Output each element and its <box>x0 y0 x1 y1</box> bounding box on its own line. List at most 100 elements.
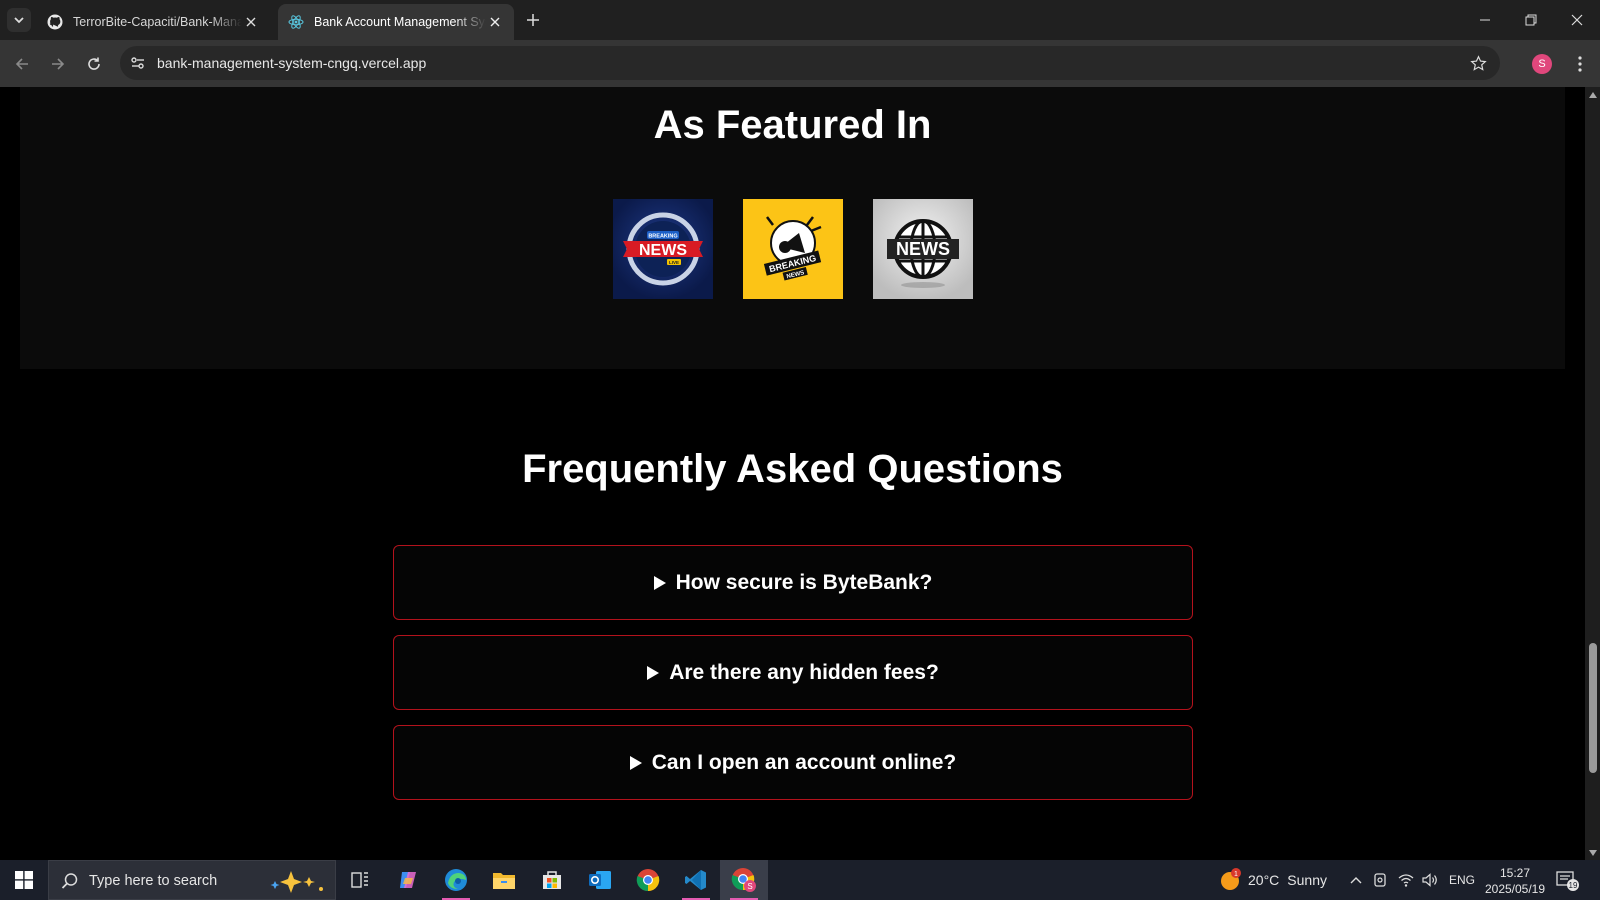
caret-right-icon <box>653 575 666 590</box>
vscode-button[interactable] <box>672 860 720 900</box>
svg-text:1: 1 <box>1234 871 1238 878</box>
task-view-button[interactable] <box>336 860 384 900</box>
arrow-left-icon <box>15 58 28 70</box>
scrollbar-thumb[interactable] <box>1589 643 1597 773</box>
reload-button[interactable] <box>80 50 108 78</box>
url-text: bank-management-system-cngq.vercel.app <box>157 55 427 71</box>
clock-date: 2025/05/19 <box>1484 882 1546 896</box>
tab-bank-app[interactable]: Bank Account Management Sys <box>278 4 514 40</box>
volume-icon[interactable] <box>1420 870 1440 890</box>
new-tab-button[interactable] <box>521 8 545 32</box>
file-explorer-button[interactable] <box>480 860 528 900</box>
file-explorer-icon <box>493 873 515 889</box>
chevron-up-icon <box>1350 877 1362 884</box>
notification-icon: 19 <box>1556 871 1579 891</box>
site-settings-icon[interactable] <box>128 53 148 73</box>
breaking-news-live-logo: BREAKING NEWS LIVE <box>613 199 713 299</box>
windows-logo-icon <box>15 871 33 889</box>
kebab-menu-icon <box>1578 56 1582 72</box>
task-view-icon <box>351 872 368 888</box>
sparkle-icon <box>270 871 323 893</box>
sun-icon: 1 <box>1221 868 1241 890</box>
close-icon <box>1571 14 1583 26</box>
faq-item-fees[interactable]: Are there any hidden fees? <box>393 635 1193 710</box>
show-hidden-icons-button[interactable] <box>1346 870 1366 890</box>
featured-heading: As Featured In <box>653 103 932 147</box>
svg-text:NEWS: NEWS <box>639 242 687 259</box>
chevron-down-icon <box>14 17 24 24</box>
svg-text:BREAKING: BREAKING <box>648 234 677 240</box>
outlook-button[interactable] <box>576 860 624 900</box>
arrow-right-icon <box>52 58 65 70</box>
scroll-down-arrow-icon[interactable] <box>1585 845 1600 860</box>
reload-icon <box>88 57 100 70</box>
chrome-profile-icon: S <box>731 868 756 892</box>
chrome-icon <box>636 869 660 892</box>
search-icon <box>61 873 78 889</box>
outlook-icon <box>589 871 611 889</box>
chrome-button[interactable] <box>624 860 672 900</box>
close-window-button[interactable] <box>1554 0 1600 40</box>
globe-news-logo: NEWS <box>873 199 973 299</box>
close-tab-icon[interactable] <box>242 13 260 31</box>
plus-icon <box>527 14 539 26</box>
search-placeholder: Type here to search <box>89 873 218 889</box>
vertical-scrollbar[interactable] <box>1585 87 1600 860</box>
faq-item-online-account[interactable]: Can I open an account online? <box>393 725 1193 800</box>
input-language[interactable]: ENG <box>1449 873 1475 887</box>
clock-time: 15:27 <box>1499 866 1531 880</box>
tab-github[interactable]: TerrorBite-Capaciti/Bank-Manag <box>37 4 270 40</box>
browser-tab-strip: TerrorBite-Capaciti/Bank-Manag Bank Acco… <box>0 0 1600 40</box>
svg-text:LIVE: LIVE <box>669 260 679 265</box>
faq-question: How secure is ByteBank? <box>675 570 933 594</box>
tab-title: TerrorBite-Capaciti/Bank-Manag <box>73 15 242 29</box>
caret-right-icon <box>647 665 660 680</box>
close-tab-icon[interactable] <box>486 13 504 31</box>
svg-text:S: S <box>747 882 752 891</box>
weather-widget[interactable]: 1 20°C Sunny <box>1218 868 1327 892</box>
faq-question: Can I open an account online? <box>651 750 957 774</box>
address-bar[interactable]: bank-management-system-cngq.vercel.app <box>120 46 1500 80</box>
tab-title: Bank Account Management Sys <box>314 15 486 29</box>
github-icon <box>47 14 63 30</box>
taskbar-search-box[interactable]: Type here to search <box>48 860 336 900</box>
scroll-up-arrow-icon[interactable] <box>1585 87 1600 102</box>
weather-temp: 20°C <box>1248 872 1280 888</box>
svg-text:19: 19 <box>1569 881 1578 890</box>
caret-right-icon <box>629 755 642 770</box>
faq-item-security[interactable]: How secure is ByteBank? <box>393 545 1193 620</box>
edge-icon <box>445 869 467 891</box>
microsoft-store-button[interactable] <box>528 860 576 900</box>
browser-menu-button[interactable] <box>1568 52 1592 76</box>
browser-toolbar: bank-management-system-cngq.vercel.app S <box>0 40 1600 87</box>
edge-button[interactable] <box>432 860 480 900</box>
weather-condition: Sunny <box>1287 872 1327 888</box>
forward-button[interactable] <box>44 50 72 78</box>
minimize-icon <box>1480 19 1490 21</box>
bookmark-star-icon[interactable] <box>1468 53 1488 73</box>
copilot-button[interactable] <box>384 860 432 900</box>
chrome-profile-button[interactable]: S <box>720 860 768 900</box>
notification-center-button[interactable]: 19 <box>1556 870 1580 892</box>
wifi-icon[interactable] <box>1396 870 1416 890</box>
copilot-icon <box>400 872 416 888</box>
faq-question: Are there any hidden fees? <box>669 660 939 684</box>
svg-text:NEWS: NEWS <box>896 239 950 259</box>
tab-search-button[interactable] <box>7 8 31 32</box>
profile-avatar[interactable]: S <box>1532 54 1552 74</box>
back-button[interactable] <box>8 50 36 78</box>
restore-button[interactable] <box>1508 0 1554 40</box>
system-clock[interactable]: 15:27 2025/05/19 <box>1480 865 1550 897</box>
microsoft-store-icon <box>543 871 561 889</box>
featured-section: As Featured In BREAKING NEWS LIVE BREAKI… <box>20 87 1565 369</box>
restore-icon <box>1525 14 1537 26</box>
meet-now-icon[interactable] <box>1370 870 1390 890</box>
faq-heading: Frequently Asked Questions <box>522 447 1063 491</box>
windows-taskbar: Type here to search S 1 20°C Sunny ENG 1… <box>0 860 1600 900</box>
minimize-button[interactable] <box>1462 0 1508 40</box>
vscode-icon <box>685 870 706 890</box>
page-viewport: As Featured In BREAKING NEWS LIVE BREAKI… <box>0 87 1585 860</box>
breaking-news-megaphone-logo: BREAKING NEWS <box>743 199 843 299</box>
react-icon <box>288 14 304 30</box>
start-button[interactable] <box>0 860 48 900</box>
